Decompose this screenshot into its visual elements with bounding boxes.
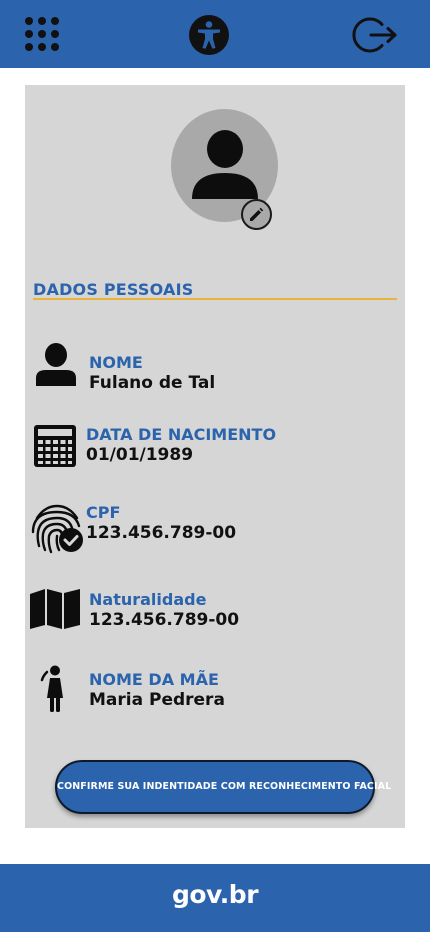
woman-icon — [40, 665, 63, 712]
calendar-icon — [34, 425, 76, 467]
field-label: NOME DA MÃE — [89, 670, 219, 689]
logout-button[interactable] — [352, 12, 398, 58]
field-data-nascimento: DATA DE NACIMENTO 01/01/1989 — [25, 423, 405, 483]
field-naturalidade: Naturalidade 123.456.789-00 — [25, 587, 405, 647]
field-nome: NOME Fulano de Tal — [25, 340, 405, 400]
top-bar — [0, 0, 430, 68]
field-value: Fulano de Tal — [89, 373, 216, 393]
section-divider — [33, 298, 397, 300]
field-nome-da-mae: NOME DA MÃE Maria Pedrera — [25, 665, 405, 725]
person-icon — [36, 343, 76, 386]
field-label: CPF — [86, 503, 121, 522]
govbr-logo[interactable]: gov.br — [172, 880, 259, 909]
field-value: 123.456.789-00 — [86, 523, 237, 543]
profile-card: DADOS PESSOAIS NOME Fulano de Tal DATA D… — [25, 85, 405, 828]
grid-icon — [25, 17, 59, 51]
field-label: Naturalidade — [89, 590, 207, 609]
facial-recognition-button[interactable]: CONFIRME SUA INDENTIDADE COM RECONHECIME… — [55, 760, 391, 814]
footer-bar: gov.br — [0, 864, 430, 932]
map-icon — [30, 589, 80, 629]
section-title: DADOS PESSOAIS — [33, 280, 194, 299]
field-value: 123.456.789-00 — [89, 610, 240, 630]
edit-avatar-button[interactable] — [241, 199, 272, 230]
logout-icon — [352, 17, 397, 53]
accessibility-icon — [189, 15, 229, 55]
field-label: DATA DE NACIMENTO — [86, 425, 277, 444]
field-cpf: CPF 123.456.789-00 — [25, 501, 405, 561]
field-label: NOME — [89, 353, 143, 372]
accessibility-button[interactable] — [186, 12, 232, 58]
pencil-icon — [250, 207, 264, 221]
field-value: Maria Pedrera — [89, 690, 225, 710]
fingerprint-check-icon — [31, 504, 83, 554]
apps-grid-button[interactable] — [20, 12, 66, 58]
field-value: 01/01/1989 — [86, 445, 194, 465]
